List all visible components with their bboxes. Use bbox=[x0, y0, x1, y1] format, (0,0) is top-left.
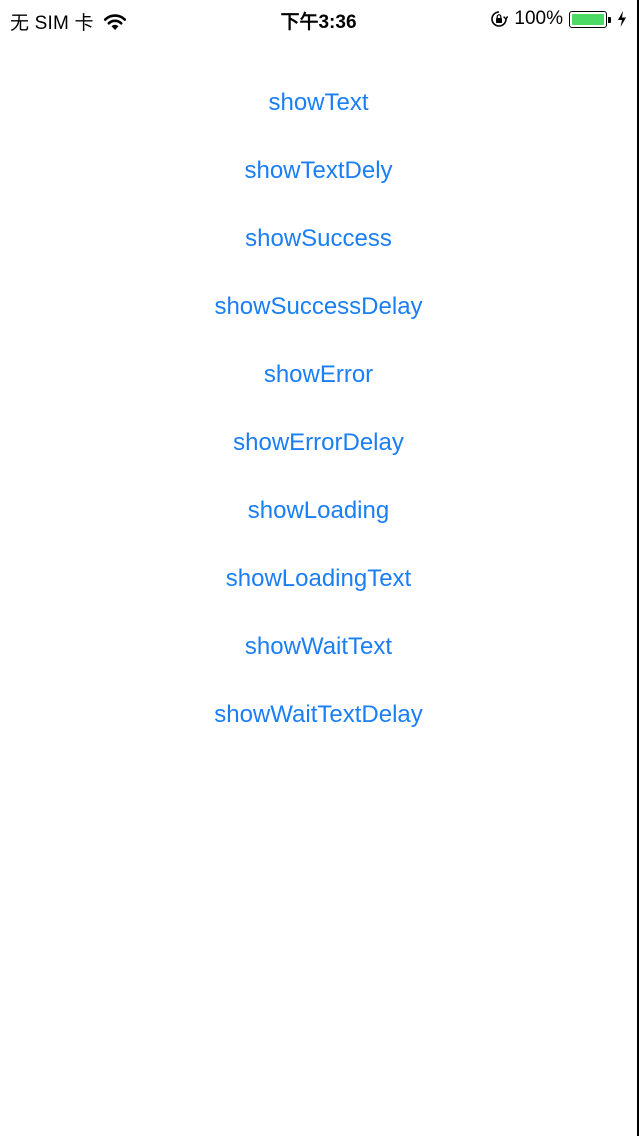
show-text-dely-button[interactable]: showTextDely bbox=[0, 150, 637, 218]
status-bar: 无 SIM 卡 下午3:36 100% bbox=[0, 0, 637, 40]
battery-tip bbox=[608, 16, 611, 23]
demo-menu: showText showTextDely showSuccess showSu… bbox=[0, 82, 637, 762]
show-success-delay-button[interactable]: showSuccessDelay bbox=[0, 286, 637, 354]
show-text-button[interactable]: showText bbox=[0, 82, 637, 150]
show-loading-text-button[interactable]: showLoadingText bbox=[0, 558, 637, 626]
charging-bolt-icon bbox=[617, 11, 627, 27]
show-success-button[interactable]: showSuccess bbox=[0, 218, 637, 286]
battery-icon bbox=[569, 10, 611, 28]
battery-level-fill bbox=[572, 13, 604, 25]
rotation-lock-icon bbox=[490, 10, 509, 28]
show-error-button[interactable]: showError bbox=[0, 354, 637, 422]
show-loading-button[interactable]: showLoading bbox=[0, 490, 637, 558]
show-wait-text-button[interactable]: showWaitText bbox=[0, 626, 637, 694]
show-error-delay-button[interactable]: showErrorDelay bbox=[0, 422, 637, 490]
show-wait-text-delay-button[interactable]: showWaitTextDelay bbox=[0, 694, 637, 762]
battery-percent: 100% bbox=[514, 8, 563, 29]
status-right: 100% bbox=[490, 8, 627, 30]
